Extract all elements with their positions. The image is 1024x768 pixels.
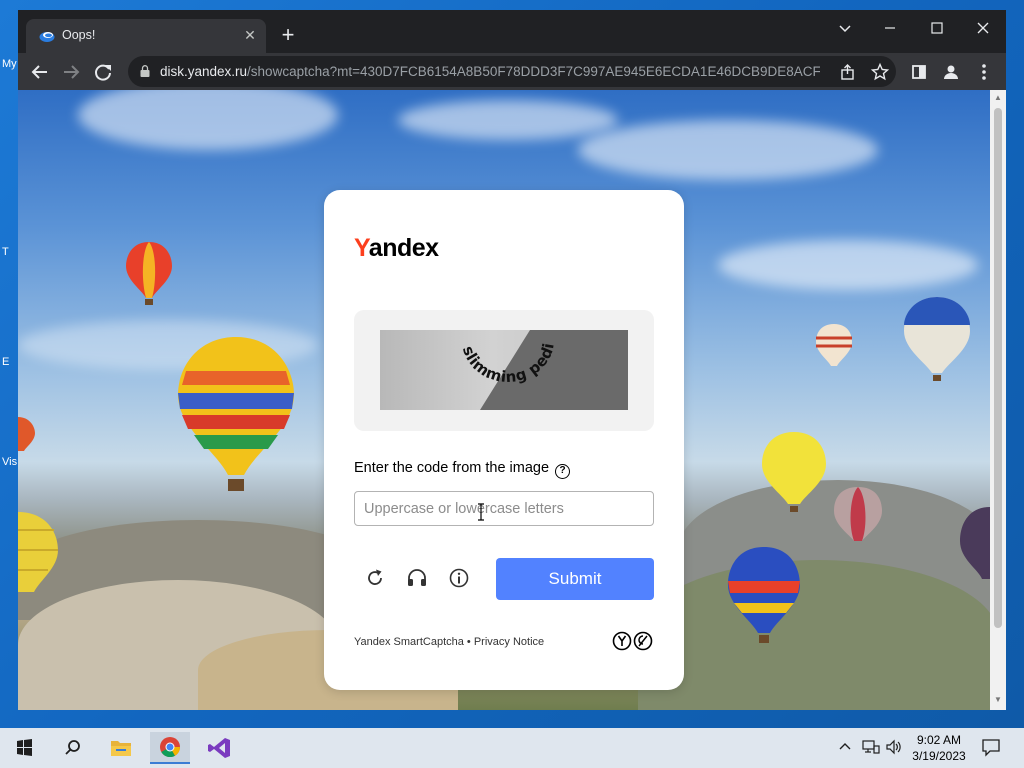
hot-air-balloon: [904, 297, 970, 381]
footer-separator: •: [463, 636, 474, 648]
yandex-logo: Yandex: [354, 234, 439, 263]
bookmark-star-icon[interactable]: [870, 62, 890, 82]
lock-icon[interactable]: [140, 65, 150, 77]
profile-icon[interactable]: [938, 59, 964, 85]
taskbar: 9:02 AM 3/19/2023: [0, 728, 1024, 768]
chrome-icon: [160, 737, 181, 758]
notifications-icon[interactable]: [981, 737, 1001, 757]
page-scrollbar[interactable]: ▲ ▼: [990, 90, 1006, 710]
windows-start-icon[interactable]: [4, 732, 44, 764]
tab-close-icon[interactable]: ✕: [242, 27, 258, 43]
network-icon[interactable]: [862, 739, 880, 755]
captcha-image-container: slimming pedicle: [354, 310, 654, 431]
desktop-icon-label[interactable]: My: [2, 58, 17, 70]
captcha-card: Yandex slimming pedi Enter the code from…: [324, 190, 684, 690]
file-explorer-icon[interactable]: [101, 732, 141, 764]
captcha-image-graphic: slimming pedicle: [380, 330, 628, 410]
yandex-logo-initial: Y: [354, 234, 369, 262]
desktop-icon-label[interactable]: T: [2, 246, 9, 258]
desktop-icon-label[interactable]: Vis: [2, 456, 17, 468]
help-icon[interactable]: ?: [555, 464, 571, 479]
scroll-down-icon[interactable]: ▼: [994, 696, 1002, 704]
forward-icon[interactable]: [58, 59, 84, 85]
smartcaptcha-link[interactable]: Yandex SmartCaptcha: [354, 636, 464, 648]
back-icon[interactable]: [27, 59, 53, 85]
hot-air-balloon: [18, 512, 58, 592]
captcha-image: slimming pedicle: [380, 330, 628, 410]
text-cursor-icon: [478, 503, 484, 521]
page-viewport: Yandex slimming pedi Enter the code from…: [18, 90, 990, 710]
desktop-icon-label[interactable]: E: [2, 356, 9, 368]
visual-studio-icon[interactable]: [200, 732, 240, 764]
clock-time: 9:02 AM: [916, 733, 962, 747]
browser-toolbar: disk.yandex.ru/showcaptcha?mt=430D7FCB61…: [18, 53, 1006, 90]
maximize-icon[interactable]: [919, 16, 955, 40]
browser-tab[interactable]: Oops! ✕: [26, 19, 266, 53]
tab-title: Oops!: [62, 28, 96, 42]
yandex-disk-favicon-icon: [39, 32, 55, 42]
refresh-icon[interactable]: [363, 566, 387, 590]
captcha-instruction: Enter the code from the image?: [354, 460, 571, 479]
hot-air-balloon: [18, 417, 35, 451]
chevron-up-icon[interactable]: [838, 740, 852, 754]
captcha-instruction-text: Enter the code from the image: [354, 460, 550, 476]
browser-window: Oops! ✕ + disk.yandex.ru/showcaptcha?mt=…: [18, 10, 1006, 710]
submit-button[interactable]: Submit: [496, 558, 654, 600]
volume-icon[interactable]: [885, 739, 903, 755]
hot-air-balloon: [126, 242, 172, 305]
tab-strip: Oops! ✕ +: [18, 10, 1006, 53]
new-tab-button[interactable]: +: [276, 24, 300, 48]
close-icon[interactable]: [965, 16, 1001, 40]
scroll-up-icon[interactable]: ▲: [994, 94, 1002, 102]
menu-dots-icon[interactable]: [971, 59, 997, 85]
hot-air-balloon: [762, 432, 826, 512]
yandex-logo-text: andex: [368, 234, 439, 262]
headphones-icon[interactable]: [405, 566, 429, 590]
hot-air-balloon: [178, 337, 294, 491]
chrome-taskbar-button[interactable]: [150, 732, 190, 764]
smartcaptcha-logo-icon: [612, 631, 653, 651]
hot-air-balloon: [960, 507, 990, 579]
captcha-input[interactable]: [354, 491, 654, 526]
tab-search-icon[interactable]: [827, 16, 863, 40]
address-bar[interactable]: disk.yandex.ru/showcaptcha?mt=430D7FCB61…: [128, 56, 896, 87]
scrollbar-thumb[interactable]: [994, 108, 1002, 628]
reload-icon[interactable]: [90, 59, 116, 85]
share-icon[interactable]: [838, 62, 858, 82]
url-host: disk.yandex.ru: [160, 64, 248, 79]
hot-air-balloon: [834, 487, 882, 541]
url-path: /showcaptcha?mt=430D7FCB6154A8B50F78DDD3…: [247, 64, 820, 79]
info-icon[interactable]: [447, 566, 471, 590]
clock-date: 3/19/2023: [912, 749, 966, 763]
privacy-notice-link[interactable]: Privacy Notice: [474, 636, 544, 648]
side-panel-icon[interactable]: [906, 59, 932, 85]
minimize-icon[interactable]: [872, 16, 908, 40]
url-text[interactable]: disk.yandex.ru/showcaptcha?mt=430D7FCB61…: [160, 64, 820, 79]
search-icon[interactable]: [52, 732, 92, 764]
hot-air-balloon: [816, 324, 852, 366]
taskbar-clock[interactable]: 9:02 AM 3/19/2023: [905, 732, 973, 764]
captcha-footer: Yandex SmartCaptcha • Privacy Notice: [354, 636, 544, 648]
hot-air-balloon: [728, 547, 800, 643]
